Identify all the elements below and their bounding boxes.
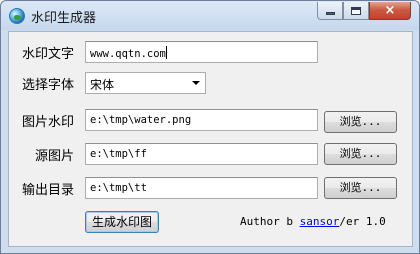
watermark-text-label: 水印文字 xyxy=(21,47,74,62)
window-controls: × xyxy=(317,2,411,21)
browse-image-watermark-button[interactable]: 浏览... xyxy=(324,111,397,133)
globe-icon xyxy=(9,8,25,24)
source-image-value: e:\tmp\ff xyxy=(90,148,147,160)
browse-image-watermark-label: 浏览... xyxy=(339,115,382,128)
form-panel: 水印文字 www.qqtn.com 选择字体 宋体 图片水印 e:\tmp\wa… xyxy=(8,31,413,247)
source-image-input[interactable]: e:\tmp\ff xyxy=(85,143,318,165)
minimize-button[interactable] xyxy=(317,2,343,20)
window-title: 水印生成器 xyxy=(31,11,97,26)
output-dir-value: e:\tmp\tt xyxy=(90,182,147,194)
output-dir-label: 输出目录 xyxy=(21,183,74,198)
browse-source-image-button[interactable]: 浏览... xyxy=(324,143,397,165)
font-label: 选择字体 xyxy=(21,78,74,93)
font-select[interactable]: 宋体 xyxy=(85,72,206,94)
browse-output-dir-label: 浏览... xyxy=(339,181,382,194)
image-watermark-label: 图片水印 xyxy=(21,115,74,130)
close-icon: × xyxy=(384,3,396,18)
footer-credit: Author b sansor/er 1.0 xyxy=(240,215,386,228)
font-select-value: 宋体 xyxy=(90,78,115,92)
image-watermark-value: e:\tmp\water.png xyxy=(90,114,192,126)
output-dir-input[interactable]: e:\tmp\tt xyxy=(85,177,318,199)
maximize-button[interactable] xyxy=(343,2,369,20)
author-link[interactable]: sansor xyxy=(300,215,340,228)
watermark-text-input[interactable]: www.qqtn.com xyxy=(85,41,318,63)
footer-suffix: /er 1.0 xyxy=(339,215,386,228)
text-caret xyxy=(165,46,167,59)
maximize-icon xyxy=(351,6,361,15)
source-image-label: 源图片 xyxy=(34,149,74,164)
title-bar[interactable]: 水印生成器 × xyxy=(1,1,419,30)
browse-source-image-label: 浏览... xyxy=(339,147,382,160)
close-button[interactable]: × xyxy=(369,2,411,20)
chevron-down-icon xyxy=(192,81,200,85)
watermark-text-value: www.qqtn.com xyxy=(90,48,166,60)
footer-prefix: Author b xyxy=(240,215,293,228)
generate-watermark-label: 生成水印图 xyxy=(91,215,152,229)
app-window: 水印生成器 × 水印文字 www.qqtn.com 选择字体 宋体 图片水印 e… xyxy=(0,0,420,254)
image-watermark-input[interactable]: e:\tmp\water.png xyxy=(85,109,318,131)
minimize-icon xyxy=(325,12,335,15)
browse-output-dir-button[interactable]: 浏览... xyxy=(324,177,397,199)
generate-watermark-button[interactable]: 生成水印图 xyxy=(85,211,159,233)
